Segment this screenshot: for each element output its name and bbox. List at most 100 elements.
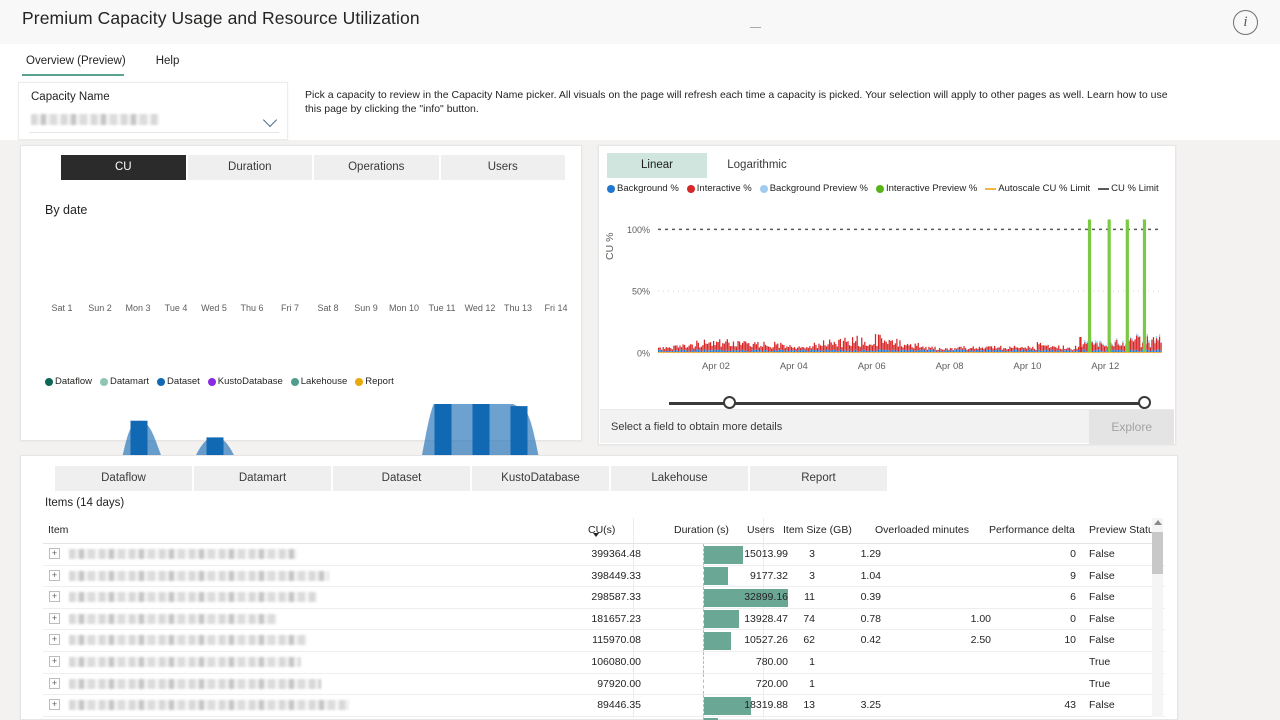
x-tick-label: Sun 9	[354, 303, 378, 313]
bar-interactive-pct	[1071, 350, 1074, 352]
legend-item-interactive[interactable]: Interactive %	[686, 183, 752, 194]
bar-interactive-pct	[1114, 342, 1116, 350]
legend-item-dataset[interactable]: Dataset	[157, 376, 200, 387]
col-item[interactable]: Item	[48, 524, 68, 536]
bar-interactive-pct	[746, 343, 748, 351]
bar-interactive-pct	[1001, 349, 1003, 352]
bar-interactive-pct	[971, 347, 973, 352]
bar-interactive-pct	[716, 341, 718, 351]
legend-label: Report	[365, 376, 394, 387]
bar-interactive-pct	[1132, 341, 1135, 350]
table-row[interactable]: +399364.48 15013.99 3 1.29 0 False	[43, 544, 1165, 566]
legend-item-background-preview[interactable]: Background Preview %	[759, 183, 868, 194]
bar-interactive-pct	[667, 347, 669, 351]
legend-item-background[interactable]: Background %	[607, 183, 679, 194]
item-type-tab-datamart[interactable]: Datamart	[194, 466, 333, 491]
col-perf-delta[interactable]: Performance delta	[989, 524, 1075, 536]
legend-item-autoscale-cu-limit[interactable]: Autoscale CU % Limit	[985, 183, 1090, 194]
bar-interactive-pct	[937, 349, 939, 352]
legend-item-lakehouse[interactable]: Lakehouse	[290, 376, 347, 387]
table-row[interactable]: +106080.00 780.00 1 True	[43, 651, 1165, 674]
legend-swatch-icon	[607, 184, 615, 193]
bar-interactive-pct	[763, 341, 765, 350]
bar-interactive-pct	[1105, 345, 1107, 350]
table-row[interactable]: +398449.33 9177.32 3 1.04 9 False	[43, 565, 1165, 588]
expand-row-icon[interactable]: +	[49, 699, 60, 711]
expand-row-icon[interactable]: +	[49, 548, 60, 559]
bar-interactive-pct	[955, 348, 958, 350]
item-type-tab-lakehouse[interactable]: Lakehouse	[611, 466, 750, 491]
legend-item-dataflow[interactable]: Dataflow	[45, 376, 92, 387]
table-row[interactable]: +89446.35 18319.88 13 3.25 43 False	[43, 695, 1165, 717]
cell-preview-status: False	[1089, 634, 1115, 647]
item-type-tab-kustodatabase[interactable]: KustoDatabase	[472, 466, 611, 491]
table-row[interactable]: +97920.00 720.00 1 True	[43, 673, 1165, 696]
cell-performance-delta: 0	[1070, 548, 1076, 560]
explore-button[interactable]: Explore	[1089, 409, 1174, 444]
col-item-size[interactable]: Item Size (GB)	[783, 524, 852, 536]
bar-interactive-pct	[711, 345, 713, 350]
bar-interactive-pct	[958, 346, 961, 350]
bar-interactive-pct	[726, 339, 728, 350]
bar-interactive-pct-spike	[1079, 336, 1082, 353]
bar-interactive-pct	[1038, 344, 1040, 350]
expand-row-icon[interactable]: +	[49, 591, 60, 603]
slider-knob-left[interactable]	[723, 396, 736, 409]
legend-item-cu-limit[interactable]: CU % Limit	[1098, 183, 1159, 194]
bar-interactive-pct	[1036, 342, 1039, 350]
scale-tab-linear[interactable]: Linear	[607, 153, 707, 178]
bar-interactive-pct	[661, 349, 663, 352]
bar-interactive-pct	[984, 347, 987, 352]
x-tick-label: Fri 14	[544, 303, 568, 313]
bar-interactive-pct	[911, 347, 913, 351]
bar-background-preview-pct	[1160, 342, 1162, 343]
bar-interactive-pct	[1047, 344, 1049, 351]
item-type-tab-dataflow[interactable]: Dataflow	[55, 466, 194, 491]
expand-row-icon[interactable]: +	[49, 634, 60, 646]
item-type-tab-report[interactable]: Report	[750, 466, 887, 491]
expand-row-icon[interactable]: +	[49, 569, 60, 581]
slider-knob-right[interactable]	[1138, 396, 1151, 409]
bar-interactive-pct	[917, 342, 919, 351]
col-preview-status[interactable]: Preview Status	[1089, 524, 1159, 536]
table-row[interactable]: +298587.33 32899.16 11 0.39 6 False	[43, 587, 1165, 609]
cell-cus: 181657.23	[591, 612, 641, 625]
bar-interactive-pct	[682, 344, 684, 351]
bar-interactive-pct	[929, 347, 932, 350]
legend-item-interactive-preview[interactable]: Interactive Preview %	[875, 183, 977, 194]
bar-interactive-pct	[697, 342, 699, 350]
col-overloaded[interactable]: Overloaded minutes	[875, 524, 969, 536]
col-users[interactable]: Users	[747, 524, 774, 536]
bar-interactive-pct	[934, 346, 936, 350]
axis-tick-label: 0%	[637, 349, 650, 359]
expand-row-icon[interactable]: +	[49, 612, 60, 624]
col-duration[interactable]: Duration (s)	[674, 524, 729, 536]
bar-interactive-pct	[722, 343, 724, 351]
legend-item-kustodatabase[interactable]: KustoDatabase	[207, 376, 283, 387]
scale-tab-logarithmic[interactable]: Logarithmic	[707, 153, 807, 178]
items-table-body[interactable]: +399364.48 15013.99 3 1.29 0 False +398449.33 9…	[43, 544, 1165, 720]
chevron-up-icon[interactable]	[1154, 520, 1162, 525]
bar-interactive-pct	[882, 342, 884, 350]
table-row[interactable]: +115970.08 10527.26 62 0.42 2.50 10 False	[43, 630, 1165, 652]
bar-interactive-pct	[752, 343, 754, 351]
legend-item-report[interactable]: Report	[355, 376, 394, 387]
info-icon[interactable]: i	[1233, 10, 1258, 35]
cell-item-size: 0.78	[860, 612, 881, 625]
bar-interactive-pct	[1053, 346, 1055, 352]
legend-swatch-icon	[759, 184, 768, 193]
item-type-tab-dataset[interactable]: Dataset	[333, 466, 472, 491]
expand-row-icon[interactable]: +	[49, 655, 60, 667]
legend-item-datamart[interactable]: Datamart	[99, 376, 149, 387]
bar-interactive-pct	[919, 347, 921, 350]
bar-background-preview-pct	[1111, 343, 1113, 346]
bar-interactive-pct	[940, 349, 942, 351]
bar-interactive-pct	[995, 348, 997, 351]
table-scrollbar-thumb[interactable]	[1152, 532, 1163, 574]
bar-interactive-pct	[687, 347, 689, 350]
bar-interactive-pct	[916, 345, 918, 351]
bar-interactive-pct	[1070, 348, 1072, 350]
bar-interactive-pct	[673, 345, 675, 351]
table-row[interactable]: +181657.23 13928.47 74 0.78 1.00 0 False	[43, 608, 1165, 631]
expand-row-icon[interactable]: +	[49, 677, 60, 689]
